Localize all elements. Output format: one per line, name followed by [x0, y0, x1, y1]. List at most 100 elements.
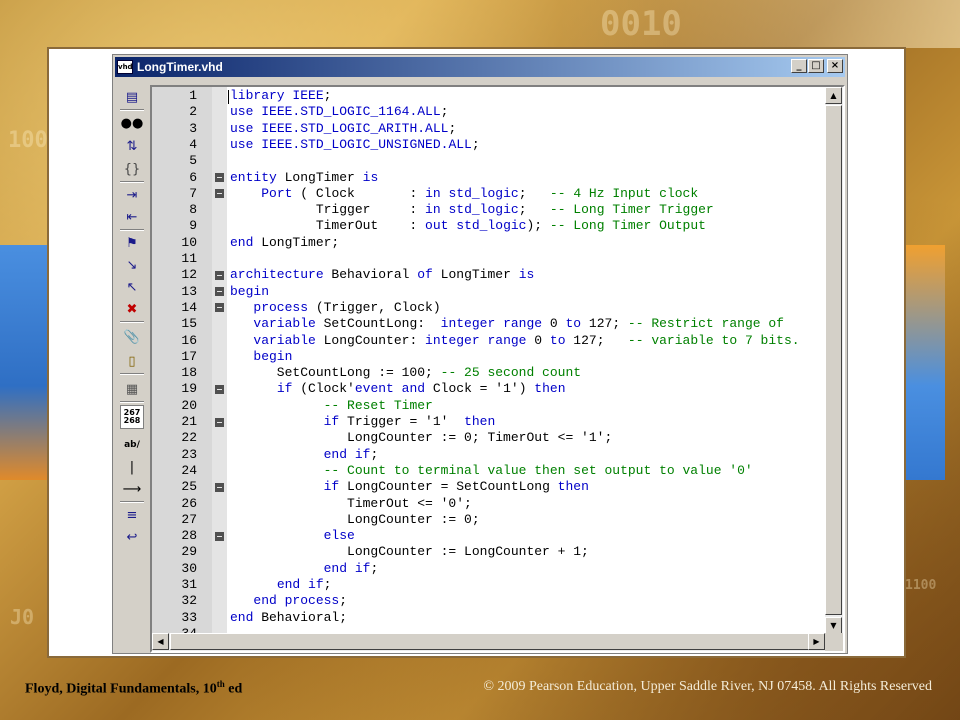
outdent-icon[interactable]: ⇤: [120, 207, 144, 227]
fold-toggle-icon[interactable]: [215, 189, 224, 199]
scroll-up-button[interactable]: ▲: [825, 87, 842, 104]
line-number: 5: [189, 153, 197, 169]
window-title: LongTimer.vhd: [137, 60, 223, 74]
replace-icon[interactable]: ⇅: [120, 136, 144, 156]
footer-copyright: © 2009 Pearson Education, Upper Saddle R…: [483, 679, 932, 694]
bookmark-set-icon[interactable]: ⚑: [120, 233, 144, 253]
editor-window: vhd LongTimer.vhd _ □ × ▤ ●● ⇅ {} ⇥ ⇤ ⚑ …: [112, 54, 848, 654]
window-titlebar[interactable]: vhd LongTimer.vhd _ □ ×: [115, 57, 845, 77]
fold-toggle-icon[interactable]: [215, 303, 224, 313]
code-line: variable LongCounter: integer range 0 to…: [230, 332, 800, 349]
goto-line-icon[interactable]: 267 268: [120, 405, 144, 429]
fold-toggle-icon[interactable]: [215, 482, 224, 492]
code-text: Trigger = '1': [339, 414, 465, 429]
code-keyword: std_logic: [448, 202, 519, 218]
code-comment: -- 4 Hz Input clock: [549, 185, 699, 201]
bookmark-next-icon[interactable]: ↘: [120, 255, 144, 275]
compile-icon[interactable]: ▦: [120, 379, 144, 399]
code-keyword: event: [354, 381, 394, 397]
bookmark-prev-icon[interactable]: ↖: [120, 277, 144, 297]
code-keyword: process: [253, 299, 309, 315]
code-line: end if;: [230, 577, 332, 593]
fold-toggle-icon[interactable]: [215, 270, 224, 280]
code-text: TimerOut :: [230, 218, 426, 234]
code-keyword: then: [534, 381, 566, 397]
line-number: 7: [189, 185, 197, 201]
code-line: -- Count to terminal value then set outp…: [230, 463, 753, 479]
code-line: if (Clock'event and Clock = '1') then: [230, 381, 566, 397]
code-comment: -- 25 second count: [440, 365, 582, 381]
fold-toggle-icon[interactable]: [215, 384, 224, 394]
horizontal-scrollbar[interactable]: ◀ ▶: [152, 633, 825, 651]
fold-toggle-icon[interactable]: [215, 417, 224, 427]
line-number: 24: [181, 462, 197, 478]
code-keyword: integer: [440, 316, 496, 332]
wrap-icon[interactable]: ↩: [120, 527, 144, 547]
minimize-button[interactable]: _: [791, 59, 807, 73]
fold-toggle-icon[interactable]: [215, 173, 224, 182]
line-number: 33: [181, 609, 197, 625]
close-button[interactable]: ×: [827, 59, 843, 73]
line-number: 30: [181, 560, 197, 576]
code-keyword: use: [230, 120, 254, 136]
scroll-left-button[interactable]: ◀: [152, 633, 169, 650]
line-number: 27: [181, 511, 197, 527]
code-keyword: begin: [230, 283, 270, 299]
fold-toggle-icon[interactable]: [215, 287, 224, 297]
code-line: else: [230, 528, 355, 544]
vertical-scroll-thumb[interactable]: [825, 105, 842, 615]
code-keyword: library: [230, 88, 285, 103]
line-number: 26: [181, 495, 197, 511]
indent-icon[interactable]: ⇥: [120, 185, 144, 205]
code-keyword: if: [323, 414, 340, 429]
code-text: );: [526, 218, 550, 234]
horizontal-scroll-thumb[interactable]: [170, 633, 810, 650]
code-line: LongCounter := 0; TimerOut <= '1';: [230, 430, 612, 446]
code-comment: -- Long Timer Trigger: [549, 202, 714, 218]
scroll-right-button[interactable]: ▶: [808, 633, 825, 650]
code-line: entity LongTimer is: [230, 170, 378, 186]
abbreviation-icon[interactable]: ab/: [120, 435, 144, 455]
code-text: ;: [440, 104, 449, 120]
background-binary-text: 0010: [600, 4, 682, 44]
scroll-down-button[interactable]: ▼: [825, 617, 842, 634]
fold-toggle-icon[interactable]: [215, 531, 224, 541]
code-text: TimerOut <= '0';: [230, 495, 472, 511]
code-text: LongTimer: [432, 267, 519, 283]
code-line: end if;: [230, 561, 379, 577]
binoculars-find-icon[interactable]: ●●: [120, 113, 144, 133]
code-keyword: std_logic: [448, 185, 519, 201]
braces-icon[interactable]: {}: [120, 159, 144, 179]
bookmark-clear-icon[interactable]: ✖: [120, 299, 144, 319]
code-keyword: of: [417, 267, 433, 283]
code-comment: -- variable to 7 bits.: [627, 332, 800, 348]
line-number: 21: [181, 414, 197, 429]
tab-icon[interactable]: ⟶: [120, 479, 144, 499]
code-line: Trigger : in std_logic; -- Long Timer Tr…: [230, 202, 714, 218]
block-icon[interactable]: ▯: [120, 351, 144, 371]
save-icon[interactable]: ▤: [120, 87, 144, 107]
maximize-button[interactable]: □: [808, 59, 824, 73]
code-keyword: entity: [230, 169, 277, 185]
code-keyword: end if: [323, 446, 371, 462]
code-keyword: end: [230, 609, 254, 625]
vertical-scrollbar[interactable]: ▲ ▼: [825, 87, 843, 635]
window-controls: _ □ ×: [791, 59, 843, 73]
code-keyword: variable: [253, 316, 316, 332]
code-keyword: use: [230, 104, 254, 120]
code-keyword: if: [323, 479, 340, 495]
code-text: (Clock': [292, 381, 355, 397]
format-icon[interactable]: ≡: [120, 505, 144, 525]
cursor-icon[interactable]: |: [120, 457, 144, 477]
code-comment: -- Reset Timer: [323, 397, 433, 413]
code-editor[interactable]: 1 library IEEE; 2 use IEEE.STD_LOGIC_1164.A…: [150, 85, 845, 653]
line-number: 13: [181, 283, 197, 299]
paperclip-icon[interactable]: 📎: [120, 327, 144, 347]
code-text: 127;: [565, 332, 628, 348]
code-text: LongCounter := 0; TimerOut <= '1';: [230, 430, 613, 446]
